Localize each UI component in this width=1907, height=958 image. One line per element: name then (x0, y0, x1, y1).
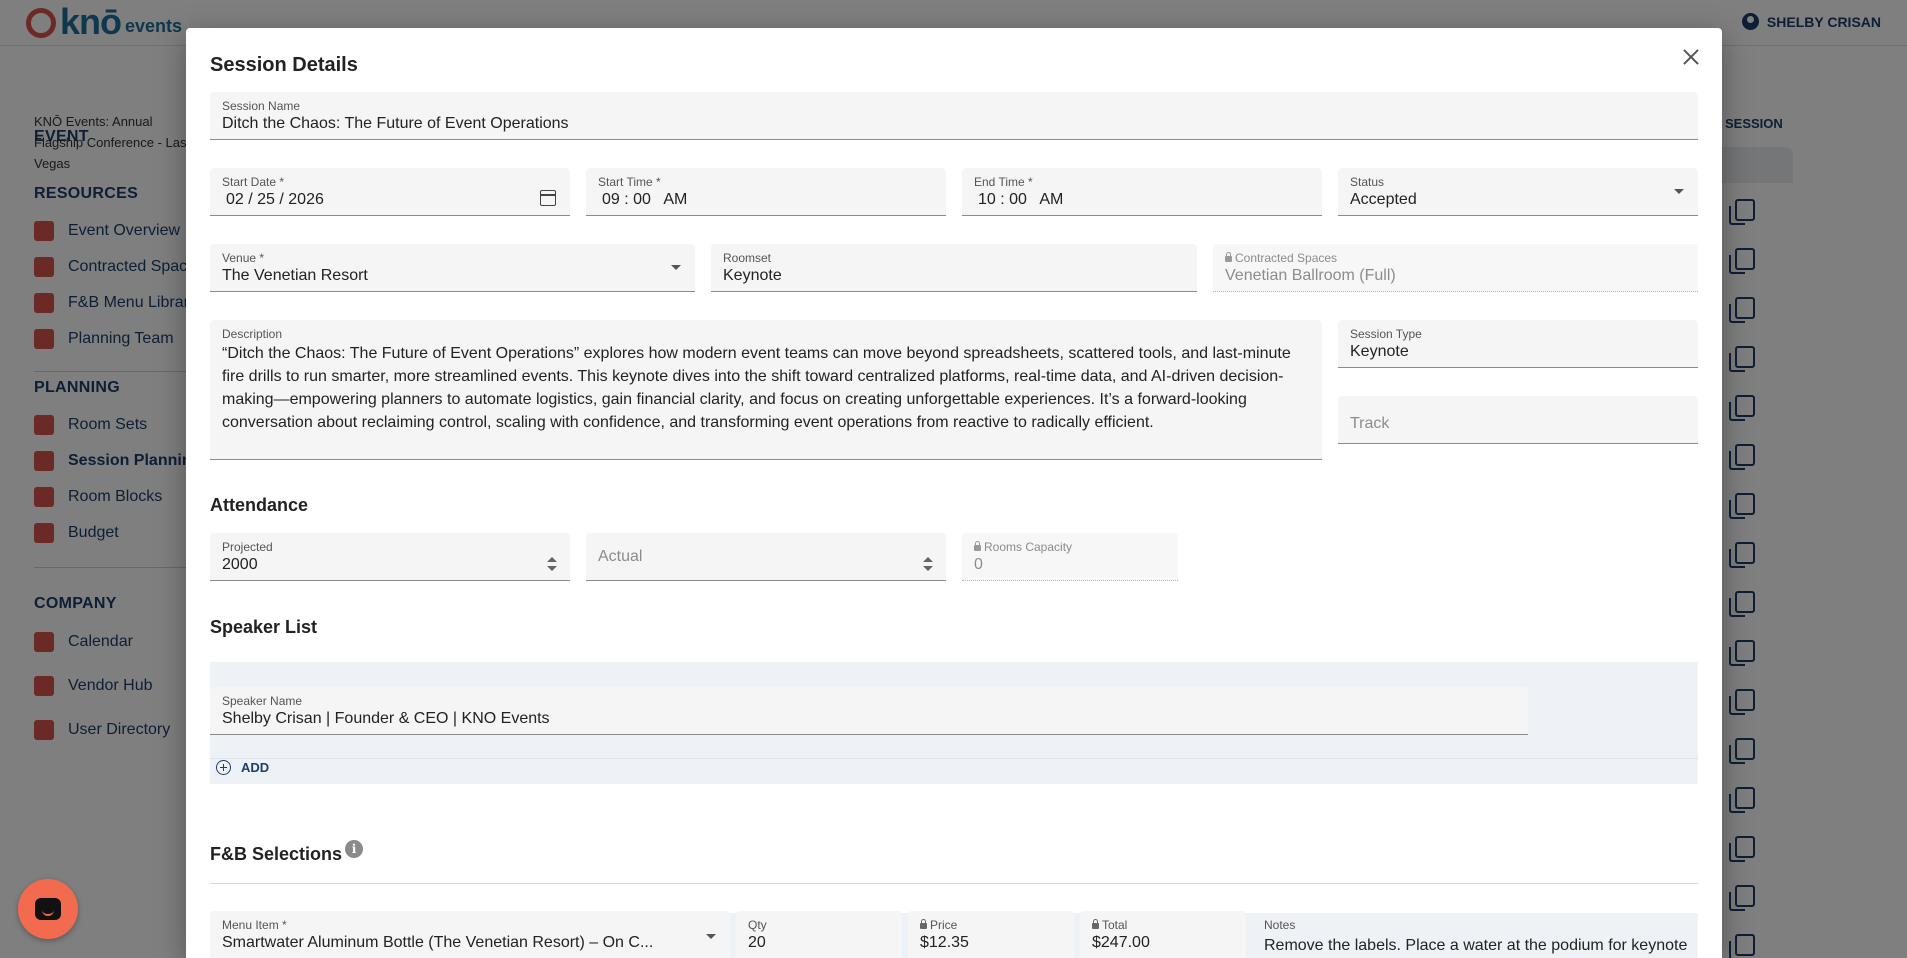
description-textarea[interactable]: “Ditch the Chaos: The Future of Event Op… (222, 342, 1308, 434)
speaker-name-input[interactable]: Shelby Crisan | Founder & CEO | KNO Even… (222, 710, 550, 728)
description-field[interactable]: Description “Ditch the Chaos: The Future… (210, 320, 1322, 460)
divider (210, 758, 1698, 759)
divider (210, 883, 1698, 884)
roomset-input[interactable]: Keynote (723, 267, 782, 285)
session-details-dialog: Session Details Session Name Ditch the C… (186, 28, 1722, 958)
rooms-capacity-value: 0 (974, 556, 983, 573)
speaker-name-field[interactable]: Speaker Name Shelby Crisan | Founder & C… (210, 687, 1528, 735)
rooms-capacity-field: Rooms Capacity 0 (962, 533, 1178, 581)
track-field[interactable]: Track (1338, 396, 1698, 444)
end-time-input[interactable]: 10 : 00 AM (978, 191, 1063, 209)
price-field: Price $12.35 (908, 911, 1074, 958)
field-label: Session Name (222, 99, 301, 113)
field-label: Start Time * (598, 175, 661, 189)
session-name-input[interactable]: Ditch the Chaos: The Future of Event Ope… (222, 115, 569, 133)
speaker-list-heading: Speaker List (210, 617, 318, 637)
lock-icon (1092, 919, 1099, 929)
field-label: Total (1092, 918, 1127, 932)
actual-input[interactable]: Actual (598, 548, 642, 566)
chevron-down-icon (1674, 189, 1684, 194)
field-label: Venue * (222, 251, 265, 265)
status-value: Accepted (1350, 191, 1417, 208)
field-label: Speaker Name (222, 694, 303, 708)
calendar-icon[interactable] (540, 190, 556, 206)
total-value: $247.00 (1092, 934, 1150, 951)
start-date-input[interactable]: 02 / 25 / 2026 (226, 191, 324, 209)
close-icon[interactable] (1678, 44, 1704, 70)
field-label: Contracted Spaces (1225, 251, 1337, 265)
field-label: End Time * (974, 175, 1033, 189)
start-time-field[interactable]: Start Time * 09 : 00 AM (586, 168, 946, 216)
lock-icon (1225, 252, 1232, 262)
info-icon[interactable]: i (345, 840, 363, 858)
field-label-text: Rooms Capacity (984, 540, 1073, 554)
field-label: Price (920, 918, 957, 932)
field-label: Status (1350, 175, 1385, 189)
actual-field[interactable]: Actual (586, 533, 946, 581)
field-label: Start Date * (222, 175, 285, 189)
dialog-title: Session Details (210, 54, 358, 76)
lock-icon (920, 919, 927, 929)
fb-selections-heading: F&B Selections (210, 844, 343, 864)
price-value: $12.35 (920, 934, 969, 951)
venue-select[interactable]: Venue * The Venetian Resort (210, 244, 695, 292)
lock-icon (974, 541, 981, 551)
session-type-input[interactable]: Keynote (1350, 343, 1409, 361)
add-button-label: ADD (241, 760, 270, 775)
notes-field[interactable]: Notes Remove the labels. Place a water a… (1252, 911, 1698, 958)
total-field: Total $247.00 (1080, 911, 1246, 958)
menu-item-select[interactable]: Menu Item * Smartwater Aluminum Bottle (… (210, 911, 730, 958)
attendance-heading: Attendance (210, 495, 309, 515)
number-stepper-icon[interactable] (546, 557, 558, 573)
start-date-field[interactable]: Start Date * 02 / 25 / 2026 (210, 168, 570, 216)
field-label: Session Type (1350, 327, 1422, 341)
chevron-down-icon (706, 934, 716, 939)
start-time-input[interactable]: 09 : 00 AM (602, 191, 687, 209)
projected-input[interactable]: 2000 (222, 556, 258, 574)
number-stepper-icon[interactable] (922, 557, 934, 573)
field-label-text: Contracted Spaces (1235, 251, 1338, 265)
field-label: Menu Item * (222, 918, 287, 932)
chat-launcher-button[interactable] (18, 879, 78, 939)
venue-value: The Venetian Resort (222, 267, 368, 284)
field-label-text: Price (930, 918, 958, 932)
add-circle-icon (216, 760, 231, 775)
field-label: Notes (1264, 918, 1296, 932)
field-label: Qty (748, 918, 767, 932)
field-label: Projected (222, 540, 273, 554)
add-speaker-button[interactable]: ADD (216, 760, 269, 775)
end-time-field[interactable]: End Time * 10 : 00 AM (962, 168, 1322, 216)
status-select[interactable]: Status Accepted (1338, 168, 1698, 216)
menu-item-value: Smartwater Aluminum Bottle (The Venetian… (222, 934, 654, 951)
field-label: Roomset (723, 251, 772, 265)
field-label: Description (222, 327, 283, 341)
roomset-field[interactable]: Roomset Keynote (711, 244, 1197, 292)
qty-field[interactable]: Qty 20 (736, 911, 902, 958)
chat-bot-icon (35, 898, 61, 920)
projected-field[interactable]: Projected 2000 (210, 533, 570, 581)
session-type-field[interactable]: Session Type Keynote (1338, 320, 1698, 368)
notes-textarea[interactable]: Remove the labels. Place a water at the … (1264, 934, 1688, 958)
session-name-field[interactable]: Session Name Ditch the Chaos: The Future… (210, 92, 1698, 140)
qty-input[interactable]: 20 (748, 934, 766, 952)
contracted-spaces-field: Contracted Spaces Venetian Ballroom (Ful… (1213, 244, 1698, 292)
field-label: Rooms Capacity (974, 540, 1072, 554)
chevron-down-icon (671, 265, 681, 270)
field-label-text: Total (1102, 918, 1128, 932)
track-input[interactable]: Track (1350, 415, 1389, 433)
contracted-spaces-value: Venetian Ballroom (Full) (1225, 267, 1396, 284)
